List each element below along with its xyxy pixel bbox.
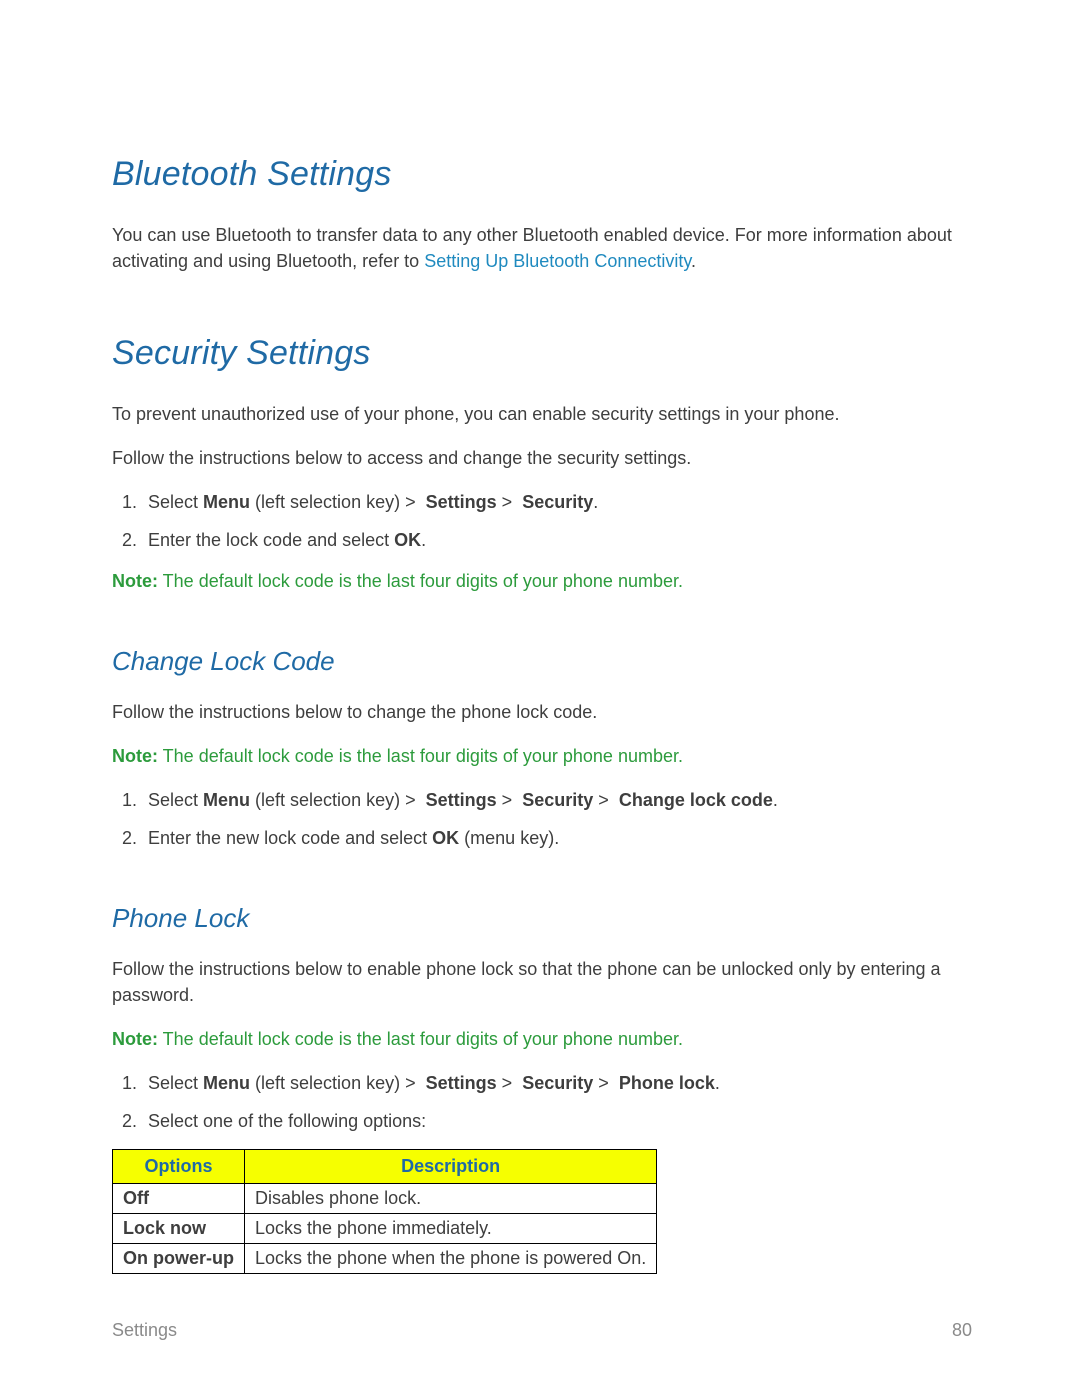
phone-lock-note: Note: The default lock code is the last …	[112, 1026, 972, 1052]
option-description: Locks the phone when the phone is powere…	[245, 1243, 657, 1273]
heading-change-lock-code: Change Lock Code	[112, 646, 972, 677]
security-intro-2: Follow the instructions below to access …	[112, 445, 972, 471]
heading-phone-lock: Phone Lock	[112, 903, 972, 934]
document-page: Bluetooth Settings You can use Bluetooth…	[0, 0, 1080, 1397]
option-name: Off	[113, 1183, 245, 1213]
note-body: The default lock code is the last four d…	[158, 571, 683, 591]
table-row: Lock now Locks the phone immediately.	[113, 1213, 657, 1243]
table-row: On power-up Locks the phone when the pho…	[113, 1243, 657, 1273]
phone-lock-steps: Select Menu (left selection key) > Setti…	[112, 1070, 972, 1134]
change-lock-step-1: Select Menu (left selection key) > Setti…	[142, 787, 972, 813]
change-lock-steps: Select Menu (left selection key) > Setti…	[112, 787, 972, 851]
change-lock-note: Note: The default lock code is the last …	[112, 743, 972, 769]
phone-lock-step-1: Select Menu (left selection key) > Setti…	[142, 1070, 972, 1096]
footer-section: Settings	[112, 1320, 177, 1341]
note-body: The default lock code is the last four d…	[158, 1029, 683, 1049]
change-lock-step-2: Enter the new lock code and select OK (m…	[142, 825, 972, 851]
footer-page-number: 80	[952, 1320, 972, 1341]
option-name: Lock now	[113, 1213, 245, 1243]
security-steps: Select Menu (left selection key) > Setti…	[112, 489, 972, 553]
security-step-2: Enter the lock code and select OK.	[142, 527, 972, 553]
phone-lock-intro: Follow the instructions below to enable …	[112, 956, 972, 1008]
security-step-1: Select Menu (left selection key) > Setti…	[142, 489, 972, 515]
security-note: Note: The default lock code is the last …	[112, 568, 972, 594]
option-name: On power-up	[113, 1243, 245, 1273]
note-body: The default lock code is the last four d…	[158, 746, 683, 766]
heading-security-settings: Security Settings	[112, 334, 972, 373]
security-intro-1: To prevent unauthorized use of your phon…	[112, 401, 972, 427]
note-label: Note:	[112, 1029, 158, 1049]
change-lock-intro: Follow the instructions below to change …	[112, 699, 972, 725]
bluetooth-text-after-link: .	[691, 251, 696, 271]
link-setting-up-bluetooth[interactable]: Setting Up Bluetooth Connectivity	[424, 251, 691, 271]
option-description: Disables phone lock.	[245, 1183, 657, 1213]
table-header-options: Options	[113, 1149, 245, 1183]
note-label: Note:	[112, 746, 158, 766]
page-footer: Settings 80	[112, 1320, 972, 1341]
heading-bluetooth-settings: Bluetooth Settings	[112, 155, 972, 194]
option-description: Locks the phone immediately.	[245, 1213, 657, 1243]
note-label: Note:	[112, 571, 158, 591]
phone-lock-options-table: Options Description Off Disables phone l…	[112, 1149, 657, 1274]
bluetooth-paragraph: You can use Bluetooth to transfer data t…	[112, 222, 972, 274]
table-header-description: Description	[245, 1149, 657, 1183]
phone-lock-step-2: Select one of the following options:	[142, 1108, 972, 1134]
table-row: Off Disables phone lock.	[113, 1183, 657, 1213]
